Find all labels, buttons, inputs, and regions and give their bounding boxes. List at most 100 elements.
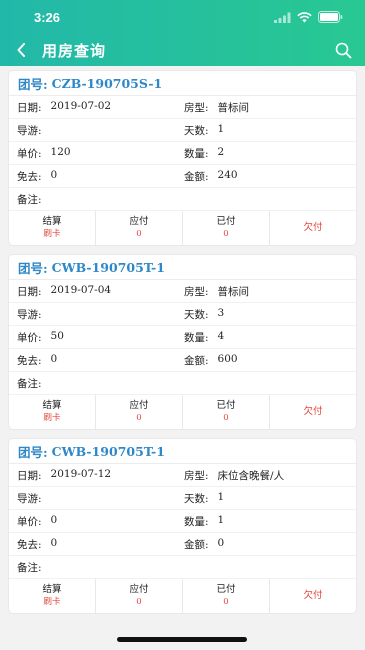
settlement-label: 结算 [42,584,62,595]
owed-cell: 欠付 [270,579,356,613]
date-value: 2019-07-12 [50,467,112,480]
paid-cell: 已付 0 [183,579,270,613]
payable-label: 应付 [129,216,149,227]
free-field: 免去: 0 [9,169,184,184]
room-type-value: 普标间 [217,285,250,298]
paid-value: 0 [223,597,229,607]
info-row: 备注: [9,372,356,395]
info-row: 单价: 50 数量: 4 [9,326,356,349]
record-card[interactable]: 团号: CWB-190705T-1 日期: 2019-07-12 房型: 床位含… [8,438,357,614]
date-field: 日期: 2019-07-04 [9,284,184,299]
payment-summary: 结算 刷卡 应付 0 已付 0 欠付 [9,579,356,613]
days-value: 3 [217,306,225,319]
group-number: 团号: CZB-190705S-1 [9,71,356,96]
price-value: 0 [50,513,58,526]
quantity-field: 数量: 4 [184,330,356,345]
settlement-value: 刷卡 [43,597,61,607]
status-bar: 3:26 [0,0,365,34]
record-card[interactable]: 团号: CWB-190705T-1 日期: 2019-07-04 房型: 普标间… [8,254,357,430]
price-value: 120 [50,145,71,158]
days-value: 1 [217,122,225,135]
info-row: 单价: 120 数量: 2 [9,142,356,165]
price-value: 50 [50,329,64,342]
settlement-cell: 结算 刷卡 [9,579,96,613]
amount-field: 金额: 0 [184,537,356,552]
group-number: 团号: CWB-190705T-1 [9,439,356,464]
info-row: 导游: 天数: 3 [9,303,356,326]
price-label: 单价: [17,331,42,344]
amount-label: 金额: [184,538,209,551]
room-type-field: 房型: 普标间 [184,284,356,299]
search-button[interactable] [331,38,355,62]
note-field: 备注: [9,560,356,575]
group-number: 团号: CWB-190705T-1 [9,255,356,280]
price-field: 单价: 120 [9,146,184,161]
guide-field: 导游: [9,307,184,322]
group-number-value: CWB-190705T-1 [51,443,165,459]
date-field: 日期: 2019-07-12 [9,468,184,483]
amount-label: 金额: [184,354,209,367]
status-time: 3:26 [34,9,61,25]
back-button[interactable] [6,34,36,66]
room-type-value: 床位含晚餐/人 [217,469,285,482]
page-title: 用房查询 [42,41,107,60]
quantity-label: 数量: [184,331,209,344]
free-field: 免去: 0 [9,537,184,552]
date-label: 日期: [17,101,42,114]
owed-label: 欠付 [303,406,323,417]
chevron-left-icon [17,43,25,57]
info-row: 备注: [9,556,356,579]
guide-label: 导游: [17,492,42,505]
quantity-field: 数量: 1 [184,514,356,529]
nav-bar: 用房查询 [0,34,365,66]
amount-value: 240 [217,168,238,181]
payable-value: 0 [136,229,142,239]
owed-label: 欠付 [303,590,323,601]
record-card[interactable]: 团号: CZB-190705S-1 日期: 2019-07-02 房型: 普标间… [8,70,357,246]
owed-cell: 欠付 [270,211,356,245]
days-label: 天数: [184,492,209,505]
info-row: 日期: 2019-07-02 房型: 普标间 [9,96,356,119]
battery-icon [318,11,343,23]
payable-cell: 应付 0 [96,395,183,429]
payable-cell: 应付 0 [96,211,183,245]
date-value: 2019-07-02 [50,99,112,112]
settlement-label: 结算 [42,216,62,227]
info-row: 备注: [9,188,356,211]
days-field: 天数: 1 [184,491,356,506]
quantity-label: 数量: [184,515,209,528]
payable-cell: 应付 0 [96,579,183,613]
free-value: 0 [50,352,58,365]
payable-value: 0 [136,597,142,607]
amount-label: 金额: [184,170,209,183]
guide-label: 导游: [17,308,42,321]
info-row: 单价: 0 数量: 1 [9,510,356,533]
days-label: 天数: [184,308,209,321]
days-field: 天数: 3 [184,307,356,322]
info-row: 日期: 2019-07-04 房型: 普标间 [9,280,356,303]
days-value: 1 [217,490,225,503]
quantity-field: 数量: 2 [184,146,356,161]
info-row: 日期: 2019-07-12 房型: 床位含晚餐/人 [9,464,356,487]
payment-summary: 结算 刷卡 应付 0 已付 0 欠付 [9,395,356,429]
price-field: 单价: 50 [9,330,184,345]
info-row: 导游: 天数: 1 [9,119,356,142]
date-value: 2019-07-04 [50,283,112,296]
days-field: 天数: 1 [184,123,356,138]
group-label: 团号: [18,260,48,276]
quantity-label: 数量: [184,147,209,160]
days-label: 天数: [184,124,209,137]
free-label: 免去: [17,170,42,183]
price-label: 单价: [17,147,42,160]
paid-label: 已付 [216,216,236,227]
free-field: 免去: 0 [9,353,184,368]
note-label: 备注: [17,377,42,390]
group-number-value: CWB-190705T-1 [51,259,165,275]
room-type-value: 普标间 [217,101,250,114]
note-field: 备注: [9,192,356,207]
guide-field: 导游: [9,123,184,138]
record-list: 团号: CZB-190705S-1 日期: 2019-07-02 房型: 普标间… [0,66,365,614]
free-label: 免去: [17,538,42,551]
price-field: 单价: 0 [9,514,184,529]
home-indicator[interactable] [117,637,247,642]
